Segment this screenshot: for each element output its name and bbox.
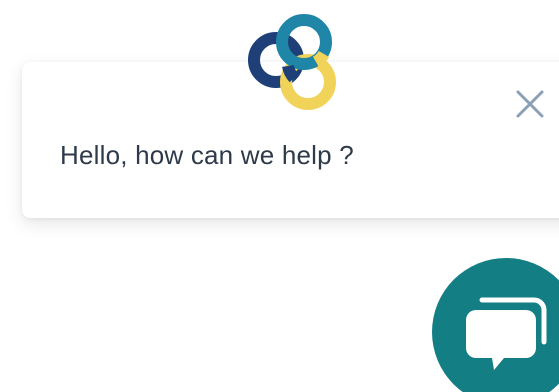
chat-widget: Hello, how can we help ? — [0, 0, 559, 392]
greeting-text: Hello, how can we help ? — [60, 140, 354, 170]
close-icon — [516, 90, 544, 118]
chat-launcher-button[interactable] — [432, 258, 559, 392]
interlocking-rings-logo-icon — [248, 14, 336, 110]
chat-bubbles-icon — [466, 297, 547, 370]
brand-logo — [244, 10, 348, 114]
close-button[interactable] — [510, 84, 550, 124]
